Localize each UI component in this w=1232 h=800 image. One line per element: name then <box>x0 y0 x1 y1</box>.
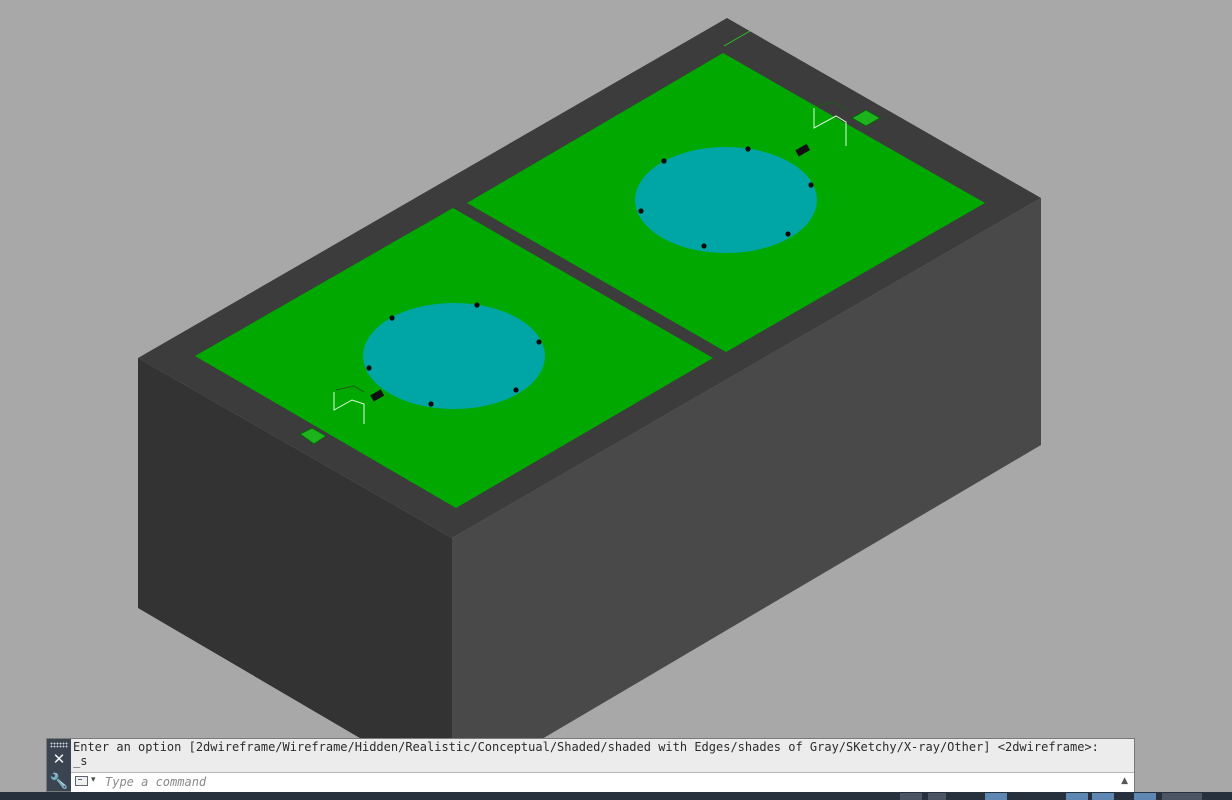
history-line: _s <box>73 754 88 768</box>
command-prompt-icon[interactable] <box>75 776 88 786</box>
wrench-icon[interactable]: 🔧 <box>47 773 71 789</box>
status-button[interactable] <box>1162 793 1202 800</box>
history-line: Enter an option [2dwireframe/Wireframe/H… <box>73 740 1099 754</box>
caret-up-icon[interactable]: ▲ <box>1121 776 1128 786</box>
close-icon[interactable]: ✕ <box>47 751 71 767</box>
command-history: Enter an option [2dwireframe/Wireframe/H… <box>73 740 1130 772</box>
model-canvas[interactable] <box>0 0 1232 800</box>
status-button[interactable] <box>1066 793 1088 800</box>
status-button[interactable] <box>1134 793 1156 800</box>
command-line-window[interactable]: ✕ 🔧 Enter an option [2dwireframe/Wirefra… <box>46 738 1135 792</box>
status-button[interactable] <box>928 793 946 800</box>
grip-dots-icon[interactable] <box>50 742 68 748</box>
model-viewport[interactable] <box>0 0 1232 800</box>
status-button[interactable] <box>1092 793 1114 800</box>
command-line-sidebar: ✕ 🔧 <box>47 739 71 791</box>
command-input-row[interactable]: ▾ ▲ <box>71 772 1134 792</box>
status-bar <box>0 792 1232 800</box>
chevron-down-icon[interactable]: ▾ <box>91 775 96 785</box>
command-input[interactable] <box>105 774 1105 790</box>
status-button[interactable] <box>900 793 922 800</box>
status-button[interactable] <box>985 793 1007 800</box>
